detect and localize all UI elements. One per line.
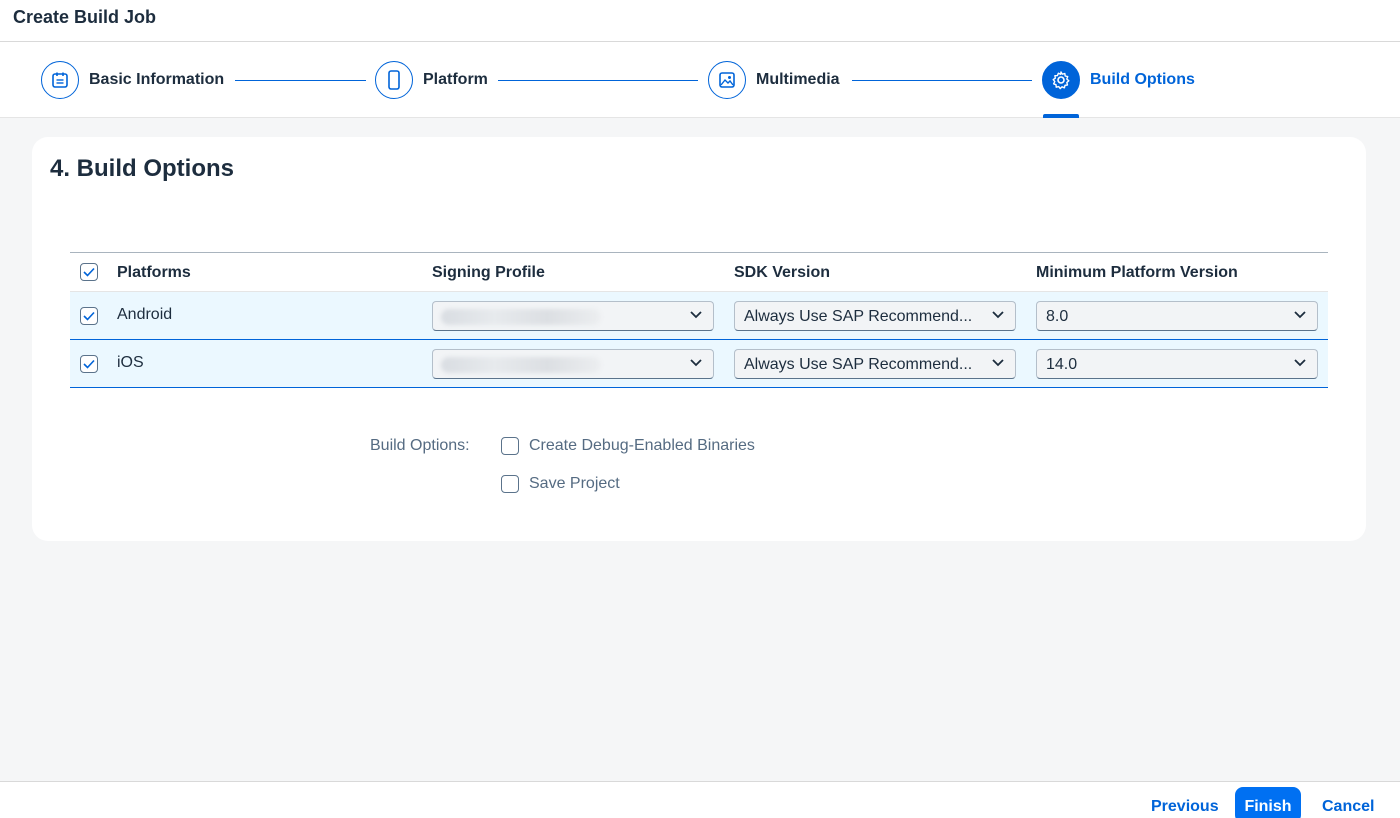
section-title: 4. Build Options — [50, 155, 234, 182]
checkmark-icon — [83, 267, 95, 277]
wizard-step-label: Build Options — [1090, 71, 1195, 88]
checkmark-icon — [83, 359, 95, 369]
min-platform-version-select[interactable]: 8.0 — [1036, 301, 1318, 331]
signing-profile-select[interactable] — [432, 349, 714, 379]
wizard-step-label: Platform — [423, 71, 488, 88]
debug-binaries-label[interactable]: Create Debug-Enabled Binaries — [529, 437, 755, 455]
wizard-step-multimedia[interactable]: Multimedia — [708, 61, 840, 99]
chevron-down-icon — [690, 359, 702, 367]
wizard-connector — [235, 80, 366, 81]
wizard-step-basic-information[interactable]: Basic Information — [41, 61, 224, 99]
gear-icon — [1042, 61, 1080, 99]
wizard-step-label: Basic Information — [89, 71, 225, 88]
app-header: Create Build Job — [0, 0, 1400, 42]
wizard-progress: Basic Information Platform Multimedia Bu… — [0, 42, 1400, 118]
table-row[interactable]: iOS Always Use SAP Recommend... 14.0 — [70, 340, 1328, 388]
wizard-step-build-options[interactable]: Build Options — [1042, 61, 1195, 99]
column-header-min-platform-version: Minimum Platform Version — [1036, 264, 1238, 281]
build-options-card: 4. Build Options Platforms Signing Profi… — [32, 137, 1366, 541]
column-header-sdk-version: SDK Version — [734, 264, 831, 281]
redacted-value — [441, 309, 601, 325]
phone-icon — [375, 61, 413, 99]
finish-button[interactable]: Finish — [1235, 787, 1301, 818]
redacted-value — [441, 357, 601, 373]
select-value: Always Use SAP Recommend... — [744, 356, 973, 373]
table-row[interactable]: Android Always Use SAP Recommend... 8.0 — [70, 292, 1328, 340]
active-step-indicator — [1043, 114, 1079, 118]
wizard-connector — [498, 80, 698, 81]
table-header: Platforms Signing Profile SDK Version Mi… — [70, 252, 1328, 292]
cancel-button[interactable]: Cancel — [1322, 798, 1374, 816]
build-options-label: Build Options: — [370, 437, 470, 454]
select-all-checkbox[interactable] — [80, 263, 98, 281]
row-checkbox[interactable] — [80, 307, 98, 325]
min-platform-version-select[interactable]: 14.0 — [1036, 349, 1318, 379]
page-title: Create Build Job — [13, 7, 157, 27]
chevron-down-icon — [992, 359, 1004, 367]
row-checkbox[interactable] — [80, 355, 98, 373]
platform-name: Android — [117, 306, 173, 323]
calendar-icon — [41, 61, 79, 99]
column-header-platforms: Platforms — [117, 264, 191, 281]
checkmark-icon — [83, 311, 95, 321]
debug-binaries-option[interactable]: Create Debug-Enabled Binaries — [501, 436, 755, 456]
chevron-down-icon — [690, 311, 702, 319]
chevron-down-icon — [1294, 311, 1306, 319]
signing-profile-select[interactable] — [432, 301, 714, 331]
select-value: Always Use SAP Recommend... — [744, 308, 973, 325]
save-project-checkbox[interactable] — [501, 475, 519, 493]
wizard-step-platform[interactable]: Platform — [375, 61, 488, 99]
select-value: 14.0 — [1046, 356, 1078, 373]
column-header-signing-profile: Signing Profile — [432, 264, 545, 281]
save-project-option[interactable]: Save Project — [501, 474, 620, 494]
wizard-step-label: Multimedia — [756, 71, 840, 88]
platforms-table: Platforms Signing Profile SDK Version Mi… — [70, 252, 1328, 388]
chevron-down-icon — [1294, 359, 1306, 367]
select-value: 8.0 — [1046, 308, 1069, 325]
image-icon — [708, 61, 746, 99]
sdk-version-select[interactable]: Always Use SAP Recommend... — [734, 301, 1016, 331]
footer-toolbar: Previous Finish Cancel — [0, 781, 1400, 818]
chevron-down-icon — [992, 311, 1004, 319]
debug-binaries-checkbox[interactable] — [501, 437, 519, 455]
wizard-connector — [852, 80, 1032, 81]
platform-name: iOS — [117, 354, 144, 371]
save-project-label[interactable]: Save Project — [529, 475, 620, 493]
sdk-version-select[interactable]: Always Use SAP Recommend... — [734, 349, 1016, 379]
previous-button[interactable]: Previous — [1151, 798, 1219, 816]
